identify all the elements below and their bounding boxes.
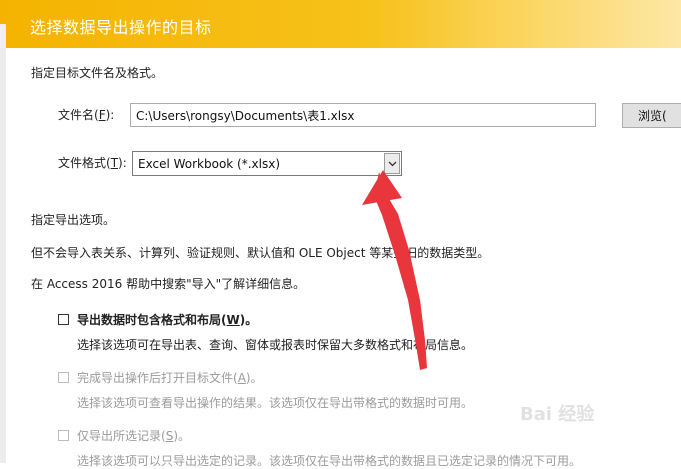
- watermark-text: Bai 经验: [520, 404, 595, 425]
- options-note: 但不会导入表关系、计算列、验证规则、默认值和 OLE Object 等某些旧的数…: [31, 246, 490, 260]
- option-open-target-checkbox[interactable]: [58, 372, 69, 383]
- option-open-target-label[interactable]: 完成导出操作后打开目标文件(A)。: [77, 369, 263, 386]
- option-selected-records-label[interactable]: 仅导出所选记录(S)。: [77, 427, 190, 444]
- option-selected-records-checkbox[interactable]: [58, 430, 69, 441]
- instruction-text: 指定目标文件名及格式。: [31, 66, 164, 80]
- window-edge: [0, 24, 6, 48]
- watermark-logo: Bai 经验: [520, 400, 594, 426]
- file-name-value: C:\Users\rongsy\Documents\表1.xlsx: [136, 108, 355, 123]
- option-open-target-description: 选择该选项可查看导出操作的结果。该选项仅在导出带格式的数据时可用。: [77, 396, 474, 410]
- browse-button[interactable]: 浏览(: [622, 103, 681, 128]
- file-name-label: 文件名(F):: [58, 108, 115, 122]
- dialog-title: 选择数据导出操作的目标: [30, 18, 212, 37]
- file-format-label: 文件格式(T):: [58, 156, 127, 170]
- options-heading: 指定导出选项。: [31, 213, 116, 227]
- help-text: 在 Access 2016 帮助中搜索"导入"了解详细信息。: [31, 277, 306, 291]
- option-format-layout-checkbox[interactable]: [58, 314, 69, 325]
- chevron-down-icon: [388, 161, 396, 166]
- file-format-select[interactable]: Excel Workbook (*.xlsx): [132, 151, 402, 176]
- file-name-input[interactable]: C:\Users\rongsy\Documents\表1.xlsx: [130, 103, 596, 127]
- option-selected-records-description: 选择该选项可以只导出选定的记录。该选项仅在导出带格式的数据且已选定记录的情况下可…: [77, 454, 582, 468]
- dropdown-button[interactable]: [384, 153, 400, 174]
- dialog-header: 选择数据导出操作的目标: [0, 0, 681, 48]
- file-format-value: Excel Workbook (*.xlsx): [138, 156, 281, 171]
- browse-button-label: 浏览(: [638, 109, 667, 123]
- option-format-layout-description: 选择该选项可在导出表、查询、窗体或报表时保留大多数格式和布局信息。: [77, 338, 474, 352]
- window-edge-strip: [0, 48, 6, 463]
- option-format-layout-label[interactable]: 导出数据时包含格式和布局(W)。: [77, 311, 257, 328]
